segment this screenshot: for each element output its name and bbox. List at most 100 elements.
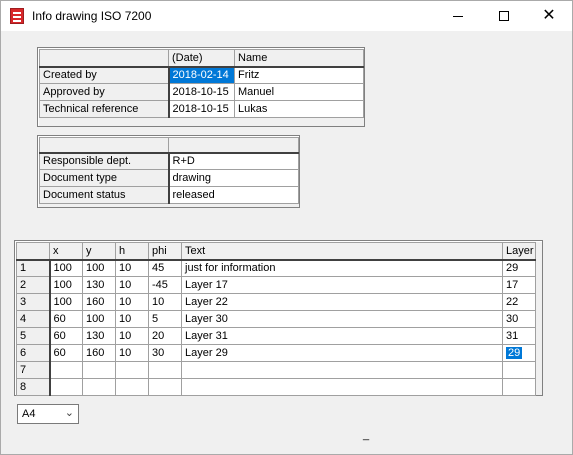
cell-layer[interactable]: 17 xyxy=(502,276,536,294)
cell-text[interactable]: Layer 31 xyxy=(181,327,503,345)
cell-phi[interactable]: -45 xyxy=(148,276,182,294)
header-y: y xyxy=(82,242,116,261)
cell-text[interactable]: Layer 22 xyxy=(181,293,503,311)
date-cell[interactable]: 2018-10-15 xyxy=(168,83,235,101)
cell-phi[interactable] xyxy=(148,378,182,396)
cell-x[interactable]: 100 xyxy=(49,276,83,294)
header-x: x xyxy=(49,242,83,261)
doc-header-corner xyxy=(39,137,169,154)
minimize-icon xyxy=(453,15,463,17)
table-row: 6 60 160 10 30 Layer 29 29 xyxy=(16,344,536,362)
cell-y[interactable]: 160 xyxy=(82,293,116,311)
cell-layer[interactable]: 29 xyxy=(502,259,536,277)
row-label: Created by xyxy=(39,66,170,84)
title-bar[interactable]: Info drawing ISO 7200 ✕ xyxy=(1,1,572,31)
cell-y[interactable]: 160 xyxy=(82,344,116,362)
header-phi: phi xyxy=(148,242,182,261)
name-cell[interactable]: Fritz xyxy=(234,66,364,84)
cell-x[interactable]: 100 xyxy=(49,259,83,277)
row-number: 5 xyxy=(16,327,51,345)
name-cell[interactable]: Lukas xyxy=(234,100,364,118)
chevron-down-icon: ⌄ xyxy=(64,407,74,419)
people-header-corner xyxy=(39,49,169,68)
doc-header-row xyxy=(39,137,299,154)
cell-y[interactable] xyxy=(82,378,116,396)
row-label: Document status xyxy=(39,186,170,204)
cell-phi[interactable]: 20 xyxy=(148,327,182,345)
cell-x[interactable] xyxy=(49,361,83,379)
cell-x[interactable] xyxy=(49,378,83,396)
cell-layer[interactable]: 30 xyxy=(502,310,536,328)
cell-h[interactable] xyxy=(115,361,149,379)
cell-h[interactable]: 10 xyxy=(115,310,149,328)
info-drawing-window: Info drawing ISO 7200 ✕ (Date) Name Crea… xyxy=(0,0,573,455)
value-cell[interactable]: released xyxy=(168,186,299,204)
row-label: Approved by xyxy=(39,83,170,101)
maximize-icon xyxy=(499,11,509,21)
minimize-button[interactable] xyxy=(435,1,481,31)
close-button[interactable]: ✕ xyxy=(526,1,572,31)
table-row: 5 60 130 10 20 Layer 31 31 xyxy=(16,327,536,345)
doc-header-value xyxy=(168,137,299,154)
maximize-button[interactable] xyxy=(481,1,527,31)
date-cell-selected[interactable]: 2018-02-14 xyxy=(168,66,235,84)
cell-text[interactable]: Layer 29 xyxy=(181,344,503,362)
cell-text[interactable]: Layer 17 xyxy=(181,276,503,294)
cell-h[interactable]: 10 xyxy=(115,327,149,345)
cell-text[interactable] xyxy=(181,361,503,379)
value-cell[interactable]: drawing xyxy=(168,169,299,187)
name-cell[interactable]: Manuel xyxy=(234,83,364,101)
doc-info-table: Responsible dept. R+D Document type draw… xyxy=(39,137,299,204)
cell-h[interactable]: 10 xyxy=(115,293,149,311)
cell-text[interactable]: just for information xyxy=(181,259,503,277)
people-header-row: (Date) Name xyxy=(39,49,364,68)
text-header-row: x y h phi Text Layer xyxy=(16,242,536,261)
table-row: Technical reference 2018-10-15 Lukas xyxy=(39,100,364,118)
cell-layer[interactable]: 22 xyxy=(502,293,536,311)
table-row: 7 xyxy=(16,361,536,379)
cell-text[interactable]: Layer 30 xyxy=(181,310,503,328)
cell-h[interactable]: 10 xyxy=(115,259,149,277)
row-number: 1 xyxy=(16,259,51,277)
cell-phi[interactable]: 45 xyxy=(148,259,182,277)
cell-h[interactable]: 10 xyxy=(115,276,149,294)
window-title: Info drawing ISO 7200 xyxy=(32,9,152,23)
table-row: Approved by 2018-10-15 Manuel xyxy=(39,83,364,101)
cell-phi[interactable]: 5 xyxy=(148,310,182,328)
layer-selection: 29 xyxy=(506,347,523,359)
cell-h[interactable] xyxy=(115,378,149,396)
paper-size-value: A4 xyxy=(22,408,36,420)
table-row: 8 xyxy=(16,378,536,396)
header-layer: Layer xyxy=(502,242,536,261)
header-h: h xyxy=(115,242,149,261)
row-label: Technical reference xyxy=(39,100,170,118)
value-cell[interactable]: R+D xyxy=(168,152,299,170)
row-label: Responsible dept. xyxy=(39,152,170,170)
cell-layer[interactable]: 31 xyxy=(502,327,536,345)
cell-y[interactable]: 100 xyxy=(82,259,116,277)
cell-phi[interactable]: 10 xyxy=(148,293,182,311)
table-row: Responsible dept. R+D xyxy=(39,152,299,170)
cell-y[interactable]: 130 xyxy=(82,327,116,345)
cell-layer-selected[interactable]: 29 xyxy=(502,344,536,362)
cell-phi[interactable]: 30 xyxy=(148,344,182,362)
status-mark: _ xyxy=(363,429,370,441)
header-text: Text xyxy=(181,242,503,261)
cell-y[interactable]: 130 xyxy=(82,276,116,294)
cell-y[interactable] xyxy=(82,361,116,379)
cell-layer[interactable] xyxy=(502,361,536,379)
cell-x[interactable]: 100 xyxy=(49,293,83,311)
cell-x[interactable]: 60 xyxy=(49,310,83,328)
table-row: 4 60 100 10 5 Layer 30 30 xyxy=(16,310,536,328)
cell-text[interactable] xyxy=(181,378,503,396)
cell-phi[interactable] xyxy=(148,361,182,379)
people-header-name: Name xyxy=(234,49,364,68)
cell-h[interactable]: 10 xyxy=(115,344,149,362)
cell-layer[interactable] xyxy=(502,378,536,396)
cell-x[interactable]: 60 xyxy=(49,344,83,362)
cell-x[interactable]: 60 xyxy=(49,327,83,345)
date-cell[interactable]: 2018-10-15 xyxy=(168,100,235,118)
paper-size-select[interactable]: A4 ⌄ xyxy=(17,404,79,424)
cell-y[interactable]: 100 xyxy=(82,310,116,328)
row-number: 2 xyxy=(16,276,51,294)
